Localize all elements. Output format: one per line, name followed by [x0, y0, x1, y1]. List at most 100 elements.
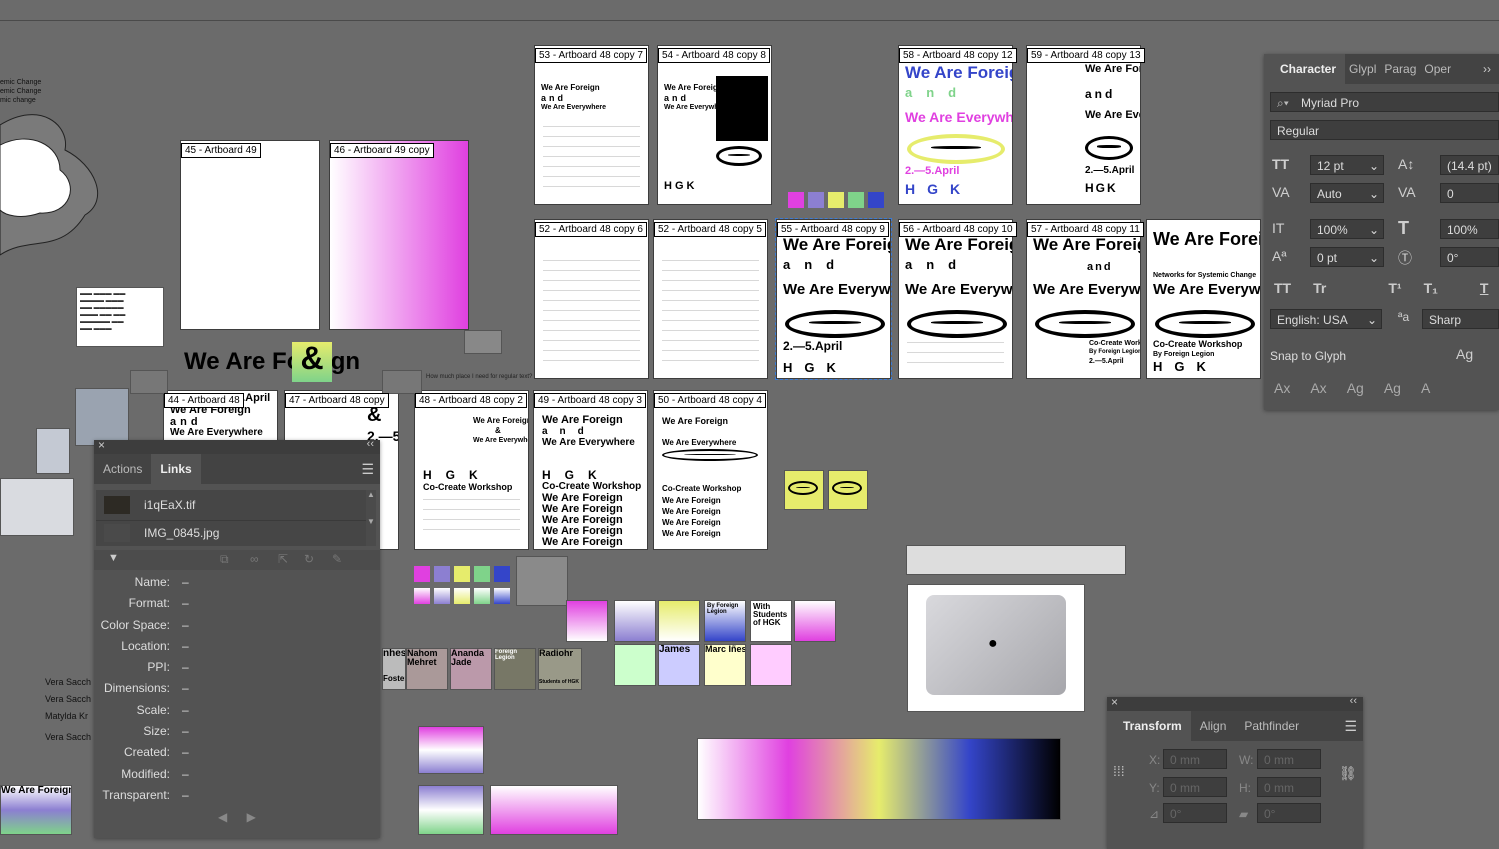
panel-titlebar[interactable]: × ‹‹ [1107, 695, 1363, 711]
xheight-snap-icon[interactable]: Ax [1310, 380, 1326, 396]
artboard-59[interactable]: We Are Foreign and We Are Everywhere 2.—… [1026, 45, 1141, 205]
baseline-shift-field[interactable]: 0 pt ⌄ [1310, 247, 1384, 267]
color-swatch[interactable] [828, 192, 844, 208]
superscript-button[interactable]: T¹ [1388, 280, 1401, 296]
color-swatch[interactable] [434, 566, 450, 582]
subscript-button[interactable]: T₁ [1424, 280, 1438, 296]
tab-actions[interactable]: Actions [94, 454, 151, 484]
horizontal-scale-field[interactable]: 100% [1440, 219, 1499, 239]
color-swatch[interactable] [494, 566, 510, 582]
artboard-58[interactable]: We Are Foreign and We Are Everywhere 2.—… [898, 45, 1013, 205]
collage-thumbnail[interactable] [130, 370, 168, 394]
font-style-field[interactable]: Regular [1270, 120, 1499, 140]
artboard-45[interactable] [180, 140, 320, 330]
gradient-swatch[interactable] [474, 588, 490, 604]
glyph-snap-icon[interactable]: Ag [1456, 346, 1473, 362]
canvas-heading[interactable]: We Are Foreign [184, 350, 360, 374]
proximity-snap-icon[interactable]: Ag [1384, 380, 1401, 396]
reference-point-icon[interactable]: ⁞⁞⁞ [1113, 763, 1131, 781]
color-swatch[interactable] [808, 192, 824, 208]
sticker-thumbnail[interactable]: By Foreign Legion [704, 600, 746, 642]
artboard-label[interactable]: 52 - Artboard 48 copy 6 [535, 222, 647, 237]
speaker-tile[interactable] [750, 644, 792, 686]
x-field[interactable]: 0 mm [1163, 749, 1227, 769]
color-swatch[interactable] [848, 192, 864, 208]
tab-align[interactable]: Align [1191, 711, 1236, 741]
artboard-52a[interactable] [534, 219, 649, 379]
sticker-thumbnail[interactable] [784, 470, 824, 510]
tab-glyphs[interactable]: Glypl [1345, 54, 1380, 84]
artboard-57[interactable]: We Are Foreign and We Are Everywhere Co-… [1026, 219, 1141, 379]
close-icon[interactable]: × [98, 438, 105, 452]
tab-pathfinder[interactable]: Pathfinder [1235, 711, 1308, 741]
all-caps-button[interactable]: TT [1274, 280, 1291, 296]
artboard-label[interactable]: 52 - Artboard 48 copy 5 [654, 222, 766, 237]
poster-thumbnail[interactable]: We Are Foreign [0, 785, 72, 835]
poster-thumbnail[interactable] [418, 726, 484, 774]
ampersand-tile[interactable]: & [292, 342, 332, 382]
sticker-thumbnail[interactable] [828, 470, 868, 510]
close-icon[interactable]: × [1111, 695, 1118, 709]
constrain-proportions-icon[interactable]: ⛓ [1339, 765, 1357, 782]
laptop-mockup[interactable]: ● [907, 584, 1085, 712]
artboard-55-selected[interactable]: We Are Foreign and We Are Everywhere 2.—… [775, 218, 892, 380]
artboard-48[interactable]: We Are Foreign & We Are Everywhere HGK C… [414, 390, 529, 550]
sticker-thumbnail[interactable]: With Students of HGK [750, 600, 792, 642]
speaker-tile[interactable] [614, 644, 656, 686]
refresh-icon[interactable]: ↻ [304, 552, 314, 566]
sticker-thumbnail[interactable] [566, 600, 608, 642]
artboard-label[interactable]: 48 - Artboard 48 copy 2 [415, 393, 527, 408]
rotation-field[interactable]: 0° [1440, 247, 1499, 267]
artboard-label[interactable]: 56 - Artboard 48 copy 10 [899, 222, 1017, 237]
scrollbar[interactable]: ▲ ▼ [366, 490, 376, 546]
text-sheet-thumbnail[interactable]: ▬▬ ▬▬▬ ▬▬ ▬▬▬▬ ▬▬▬ ▬▬ ▬▬▬▬▬ ▬▬▬ ▬▬ ▬▬ ▬▬▬▬▬ … [76, 287, 164, 347]
relink-icon[interactable]: ⧉ [220, 552, 229, 567]
artboard-label[interactable]: 54 - Artboard 48 copy 8 [658, 48, 770, 63]
speaker-tile[interactable]: Foreign Legion [494, 648, 536, 690]
speaker-tile[interactable]: Nahom Mehret [406, 648, 448, 690]
vertical-scale-field[interactable]: 100% ⌄ [1310, 219, 1384, 239]
sticker-thumbnail[interactable] [794, 600, 836, 642]
leading-field[interactable]: (14.4 pt) [1440, 155, 1499, 175]
artboard-54[interactable]: We Are Foreign and We Are Everywhere HGK [657, 45, 772, 205]
poster-thumbnail[interactable] [418, 785, 484, 835]
tracking-field[interactable]: 0 [1440, 183, 1499, 203]
text-block-thumbnail[interactable] [516, 556, 568, 606]
tab-character[interactable]: Character [1264, 54, 1346, 84]
artboard-52b[interactable] [653, 219, 768, 379]
disclosure-icon[interactable]: ▼ [108, 552, 119, 564]
speaker-tile[interactable]: Radiohr Students of HGK [538, 648, 582, 690]
sticker-thumbnail[interactable] [658, 600, 700, 642]
glyph-bounds-snap-icon[interactable]: Ag [1347, 380, 1364, 396]
poster-networks[interactable]: We Are Foreign Networks for Systemic Cha… [1146, 219, 1261, 379]
color-swatch[interactable] [868, 192, 884, 208]
panel-titlebar[interactable]: × ‹‹ [94, 438, 380, 454]
kerning-field[interactable]: Auto ⌄ [1310, 183, 1384, 203]
artboard-label[interactable]: 46 - Artboard 49 copy [330, 143, 434, 158]
gradient-swatch[interactable] [414, 588, 430, 604]
color-swatch[interactable] [474, 566, 490, 582]
collapse-icon[interactable]: ‹‹ [1350, 695, 1357, 707]
character-panel[interactable]: Character Glypl Parag Oper ›› ⌕▾ Myriad … [1264, 54, 1499, 410]
gradient-swatch[interactable] [434, 588, 450, 604]
artboard-label[interactable]: 58 - Artboard 48 copy 12 [899, 48, 1017, 63]
tab-paragraph[interactable]: Parag [1380, 54, 1420, 84]
artboard-label[interactable]: 50 - Artboard 48 copy 4 [654, 393, 766, 408]
tab-links[interactable]: Links [151, 454, 201, 484]
collage-thumbnail[interactable] [0, 478, 74, 536]
link-item[interactable]: i1qEaX.tif [96, 490, 366, 521]
artboard-46[interactable] [329, 140, 469, 330]
color-swatch[interactable] [788, 192, 804, 208]
sticker-thumbnail[interactable] [614, 600, 656, 642]
angle-field[interactable]: 0° [1163, 803, 1227, 823]
artboard-56[interactable]: We Are Foreign and We Are Everywhere [898, 219, 1013, 379]
anti-alias-select[interactable]: Sharp [1422, 309, 1499, 329]
tab-transform[interactable]: Transform [1107, 711, 1191, 741]
language-select[interactable]: English: USA ⌄ [1270, 309, 1382, 329]
speaker-tile[interactable]: nhes Foster [382, 648, 406, 690]
shear-field[interactable]: 0° [1257, 803, 1321, 823]
font-size-field[interactable]: 12 pt ⌄ [1310, 155, 1384, 175]
artboard-53[interactable]: We Are Foreign and We Are Everywhere [534, 45, 649, 205]
angular-snap-icon[interactable]: A [1421, 380, 1430, 396]
update-link-icon[interactable]: ⇱ [278, 552, 288, 566]
